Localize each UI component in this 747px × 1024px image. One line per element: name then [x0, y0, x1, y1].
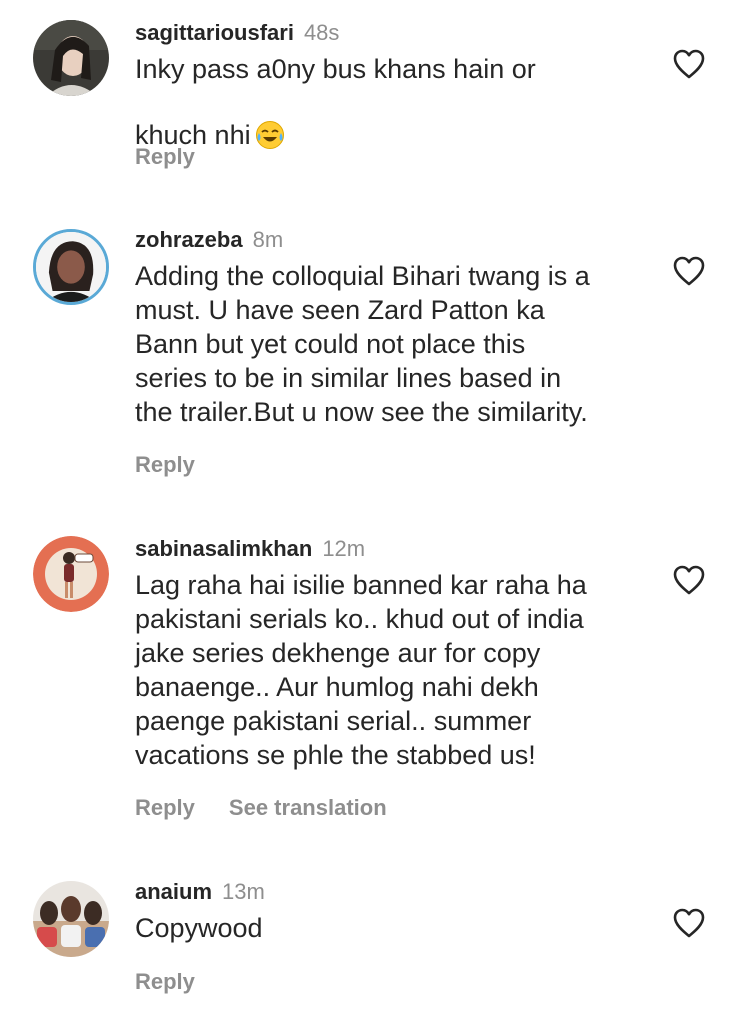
avatar[interactable]	[33, 20, 109, 96]
avatar[interactable]	[33, 881, 109, 957]
heart-outline-icon[interactable]	[672, 907, 706, 939]
comment-meta: sabinasalimkhan 12m	[135, 534, 365, 564]
reply-button[interactable]: Reply	[135, 144, 195, 169]
comment-text: Copywood	[135, 913, 263, 943]
comment-meta: sagittariousfari 48s	[135, 18, 339, 48]
reply-button[interactable]: Reply	[135, 969, 195, 994]
comment-text: Adding the colloquial Bihari twang is a …	[135, 261, 590, 427]
comment-meta: zohrazeba 8m	[135, 225, 283, 255]
comment-body: Inky pass a0ny bus khans hain or khuch n…	[135, 54, 536, 150]
comment-item: anaium 13m Copywood Reply	[0, 877, 747, 1007]
avatar[interactable]	[33, 229, 109, 305]
timestamp: 13m	[222, 879, 265, 904]
avatar[interactable]	[33, 536, 109, 612]
comment-text: Inky pass a0ny bus khans hain or khuch n…	[135, 52, 635, 152]
username-link[interactable]: sabinasalimkhan	[135, 536, 312, 561]
comment-item: sagittariousfari 48s Inky pass a0ny bus k…	[0, 18, 747, 178]
reply-button[interactable]: Reply	[135, 452, 195, 477]
reply-button[interactable]: Reply	[135, 795, 195, 820]
comment-item: zohrazeba 8m Adding the colloquial Bihari…	[0, 225, 747, 485]
timestamp: 48s	[303, 20, 340, 45]
comment-actions: Reply See translation	[135, 795, 387, 821]
username-link[interactable]: zohrazeba	[135, 227, 243, 252]
timestamp: 12m	[322, 536, 366, 561]
comment-actions: Reply	[135, 969, 195, 995]
comment-item: sabinasalimkhan 12m Lag raha hai isilie b…	[0, 534, 747, 834]
heart-outline-icon[interactable]	[672, 48, 706, 80]
comment-text: Lag raha hai isilie banned kar raha ha p…	[135, 570, 587, 770]
username-link[interactable]: anaium	[135, 879, 212, 904]
comment-meta: anaium 13m	[135, 877, 265, 907]
comment-actions: Reply	[135, 452, 195, 478]
comment-actions: Reply	[135, 144, 195, 170]
see-translation-button[interactable]: See translation	[229, 795, 387, 820]
timestamp: 8m	[252, 227, 284, 252]
heart-outline-icon[interactable]	[672, 255, 706, 287]
face-with-tears-of-joy-icon	[255, 86, 285, 149]
username-link[interactable]: sagittariousfari	[135, 20, 294, 45]
heart-outline-icon[interactable]	[672, 564, 706, 596]
